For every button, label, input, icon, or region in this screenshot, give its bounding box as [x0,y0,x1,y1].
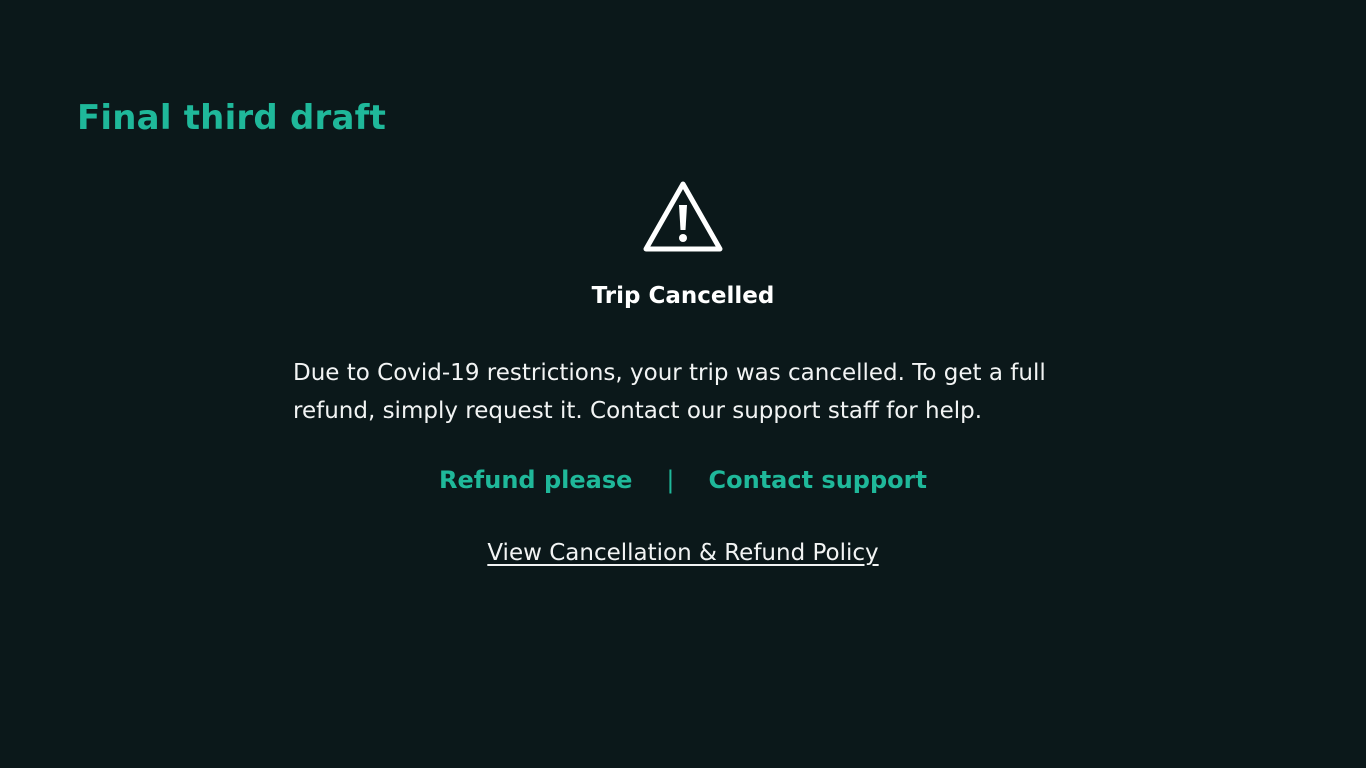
policy-link[interactable]: View Cancellation & Refund Policy [487,540,878,566]
contact-support-button[interactable]: Contact support [709,466,927,494]
action-row: Refund please | Contact support [0,466,1366,494]
page-title: Final third draft [77,98,387,138]
refund-button[interactable]: Refund please [439,466,632,494]
action-separator: | [666,466,675,494]
warning-icon [643,181,723,252]
page: Final third draft Trip Cancelled Due to … [0,0,1366,768]
cancellation-message: Due to Covid-19 restrictions, your trip … [293,360,1046,424]
card-title: Trip Cancelled [591,283,775,309]
policy-row: View Cancellation & Refund Policy [0,540,1366,566]
